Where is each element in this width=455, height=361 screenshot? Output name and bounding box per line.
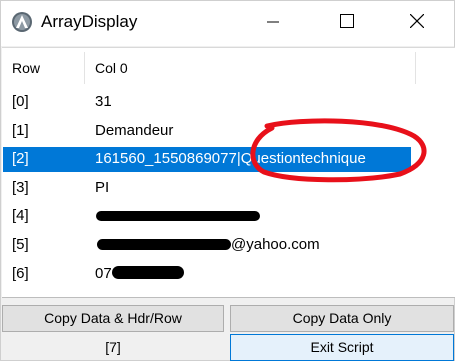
row-index: [5] — [12, 235, 29, 253]
row-value: Demandeur — [95, 121, 174, 139]
table-row[interactable]: [6] 07 — [2, 260, 455, 289]
array-display-window: ArrayDisplay Row Col 0 [0] 31 [1] Demand… — [0, 0, 455, 361]
row-index: [6] — [12, 264, 29, 282]
row-value: PI — [95, 178, 110, 196]
row-index: [3] — [12, 178, 29, 196]
column-header-col0[interactable]: Col 0 — [95, 48, 128, 88]
column-separator[interactable] — [415, 52, 416, 84]
minimize-button[interactable] — [250, 1, 296, 46]
array-listview[interactable]: Row Col 0 [0] 31 [1] Demandeur [2] 16156… — [2, 47, 455, 298]
maximize-button[interactable] — [324, 1, 370, 46]
table-row[interactable]: [3] PI — [2, 174, 455, 203]
window-title: ArrayDisplay — [41, 12, 138, 31]
minimize-icon — [267, 15, 279, 33]
table-row[interactable]: [0] 31 — [2, 88, 455, 117]
exit-script-button[interactable]: Exit Script — [230, 334, 454, 361]
column-header-row[interactable]: Row — [12, 48, 40, 88]
row-index: [2] — [12, 150, 29, 168]
autoit-icon — [11, 11, 33, 33]
listview-rows: [0] 31 [1] Demandeur [2] 161560_15508690… — [2, 88, 455, 288]
copy-data-only-button[interactable]: Copy Data Only — [230, 305, 454, 332]
row-index: [1] — [12, 121, 29, 139]
close-icon — [409, 13, 425, 33]
column-separator[interactable] — [84, 52, 85, 84]
title-bar[interactable]: ArrayDisplay — [1, 1, 454, 46]
listview-header: Row Col 0 — [2, 48, 455, 88]
redaction-scribble — [112, 265, 184, 279]
table-row[interactable]: [5] @yahoo.com — [2, 231, 455, 260]
copy-data-hdr-row-button[interactable]: Copy Data & Hdr/Row — [2, 305, 224, 332]
table-row[interactable]: [4] — [2, 202, 455, 231]
row-value: 07 — [95, 264, 112, 282]
redaction-scribble — [96, 211, 260, 222]
row-value: @yahoo.com — [231, 235, 320, 253]
row-index: [4] — [12, 207, 29, 225]
row-count-label: [7] — [105, 339, 121, 355]
maximize-icon — [340, 14, 354, 33]
table-row[interactable]: [1] Demandeur — [2, 117, 455, 146]
close-button[interactable] — [394, 1, 440, 46]
redaction-scribble — [97, 238, 231, 250]
row-index: [0] — [12, 93, 29, 110]
row-value: 161560_1550869077|Questiontechnique — [95, 150, 366, 168]
row-value: 31 — [95, 93, 112, 110]
table-row-selected[interactable]: [2] 161560_1550869077|Questiontechnique — [2, 145, 455, 174]
